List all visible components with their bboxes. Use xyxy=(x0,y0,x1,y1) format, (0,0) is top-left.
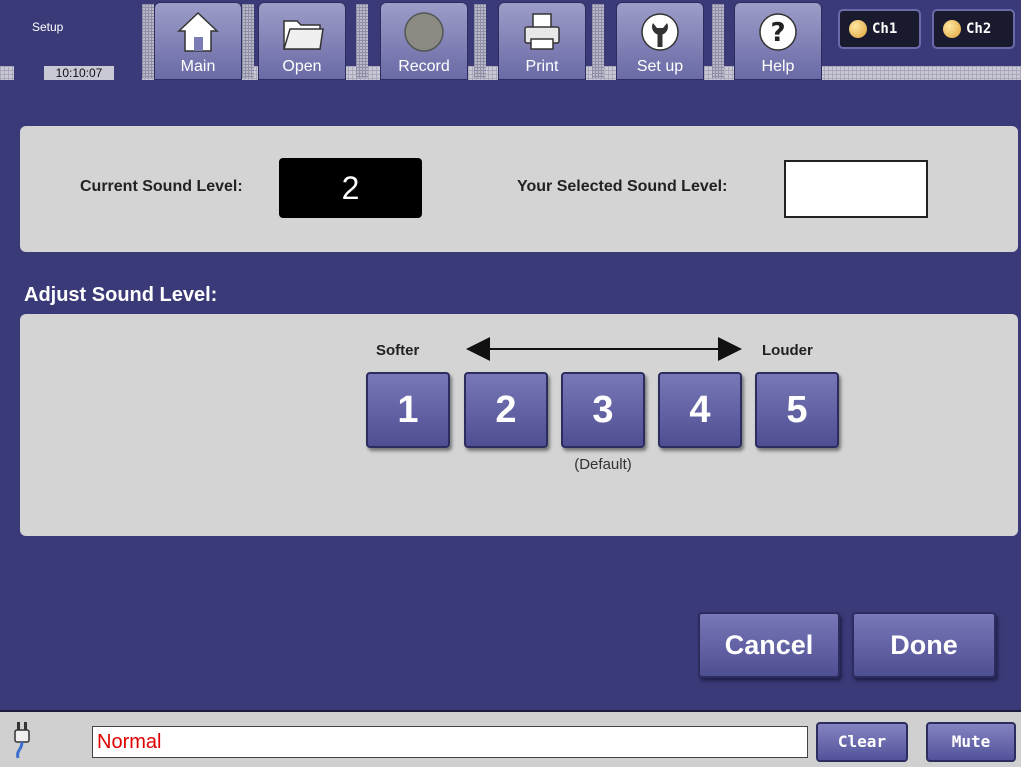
tab-print[interactable]: Print xyxy=(498,2,586,80)
channel-2-indicator-icon xyxy=(943,20,961,38)
channel-1-label: Ch1 xyxy=(872,21,898,37)
tab-record-label: Record xyxy=(398,58,450,75)
toolbar-separator xyxy=(592,4,604,78)
tab-setup[interactable]: Set up xyxy=(616,2,704,80)
top-toolbar: Setup 10:10:07 Main Open Record Print Se… xyxy=(0,0,1021,86)
selected-sound-level-value xyxy=(784,160,928,218)
current-sound-level-label: Current Sound Level: xyxy=(80,178,243,195)
clear-button[interactable]: Clear xyxy=(816,722,908,762)
tab-main-label: Main xyxy=(180,58,216,75)
arrow-right-icon xyxy=(718,337,742,361)
level-2-button[interactable]: 2 xyxy=(464,372,548,448)
arrow-line xyxy=(486,348,724,350)
tab-record[interactable]: Record xyxy=(380,2,468,80)
svg-text:?: ? xyxy=(770,18,785,48)
record-icon xyxy=(404,12,444,52)
toolbar-separator xyxy=(142,4,154,78)
tab-open-label: Open xyxy=(282,58,322,75)
toolbar-separator xyxy=(242,4,254,78)
selected-sound-level-label: Your Selected Sound Level: xyxy=(517,178,728,195)
current-sound-level-value: 2 xyxy=(279,158,422,218)
tab-help[interactable]: ? Help xyxy=(734,2,822,80)
screen-title: Setup xyxy=(32,20,64,34)
level-1-button[interactable]: 1 xyxy=(366,372,450,448)
printer-icon xyxy=(524,13,560,50)
tab-open[interactable]: Open xyxy=(258,2,346,80)
tab-help-label: Help xyxy=(761,58,795,75)
help-icon: ? xyxy=(759,13,797,51)
status-message-field: Normal xyxy=(92,726,808,758)
level-3-button[interactable]: 3 xyxy=(561,372,645,448)
clock-time: 10:10:07 xyxy=(44,66,114,80)
channel-2-button[interactable]: Ch2 xyxy=(932,9,1015,49)
channel-2-label: Ch2 xyxy=(966,21,992,37)
softer-label: Softer xyxy=(376,342,420,359)
tab-setup-label: Set up xyxy=(636,58,684,75)
tab-main[interactable]: Main xyxy=(154,2,242,80)
toolbar-separator xyxy=(474,4,486,78)
status-bar: Normal Clear Mute xyxy=(0,710,1021,767)
toolbar-separator xyxy=(356,4,368,78)
adjust-sound-level-title: Adjust Sound Level: xyxy=(24,284,218,306)
cancel-button[interactable]: Cancel xyxy=(698,612,840,678)
mute-button[interactable]: Mute xyxy=(926,722,1016,762)
louder-label: Louder xyxy=(762,342,813,359)
folder-icon xyxy=(282,20,324,50)
done-button[interactable]: Done xyxy=(852,612,996,678)
level-4-button[interactable]: 4 xyxy=(658,372,742,448)
channel-1-indicator-icon xyxy=(849,20,867,38)
level-5-button[interactable]: 5 xyxy=(755,372,839,448)
channel-1-button[interactable]: Ch1 xyxy=(838,9,921,49)
wrench-icon xyxy=(641,13,679,51)
tab-print-label: Print xyxy=(525,58,559,75)
toolbar-separator xyxy=(712,4,724,78)
power-plug-icon xyxy=(14,722,30,759)
default-note: (Default) xyxy=(574,456,632,473)
home-icon xyxy=(177,11,219,52)
